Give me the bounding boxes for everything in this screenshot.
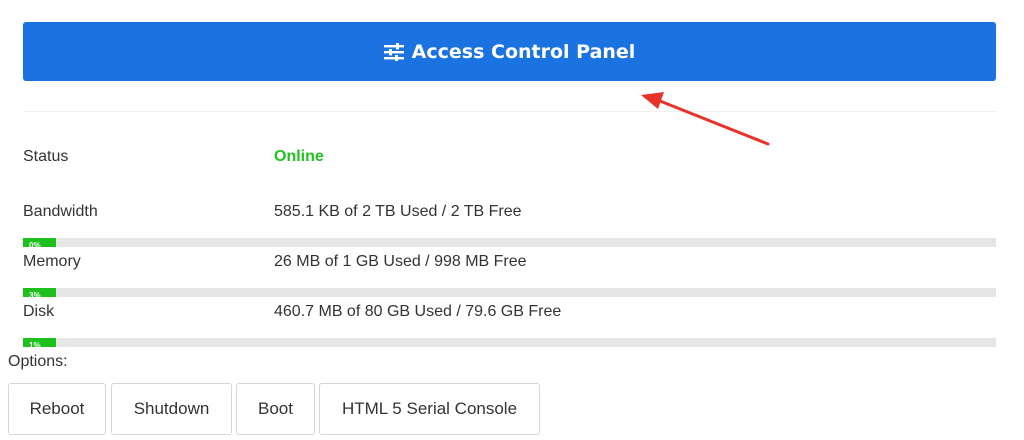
disk-value: 460.7 MB of 80 GB Used / 79.6 GB Free — [274, 303, 562, 320]
access-control-panel-button[interactable]: Access Control Panel — [23, 22, 996, 81]
bandwidth-progress-bar: 0% — [23, 238, 996, 247]
shutdown-button[interactable]: Shutdown — [111, 383, 232, 435]
divider — [23, 111, 996, 112]
disk-label: Disk — [23, 303, 55, 320]
disk-progress-fill: 1% — [23, 338, 57, 348]
status-label: Status — [23, 148, 69, 165]
options-label: Options: — [8, 353, 68, 370]
status-value: Online — [274, 148, 324, 165]
access-control-panel-label: Access Control Panel — [411, 40, 636, 63]
bandwidth-label: Bandwidth — [23, 203, 98, 220]
disk-percent: 1% — [29, 341, 41, 348]
reboot-button[interactable]: Reboot — [8, 383, 106, 435]
sliders-icon — [383, 42, 404, 61]
memory-label: Memory — [23, 253, 81, 270]
html5-serial-console-button[interactable]: HTML 5 Serial Console — [319, 383, 540, 435]
memory-progress-bar: 3% — [23, 288, 996, 297]
memory-value: 26 MB of 1 GB Used / 998 MB Free — [274, 253, 527, 270]
bandwidth-progress-fill: 0% — [23, 238, 57, 248]
disk-progress-bar: 1% — [23, 338, 996, 347]
memory-percent: 3% — [29, 291, 41, 298]
memory-progress-fill: 3% — [23, 288, 57, 298]
bandwidth-value: 585.1 KB of 2 TB Used / 2 TB Free — [274, 203, 522, 220]
bandwidth-percent: 0% — [29, 241, 41, 248]
boot-button[interactable]: Boot — [236, 383, 315, 435]
